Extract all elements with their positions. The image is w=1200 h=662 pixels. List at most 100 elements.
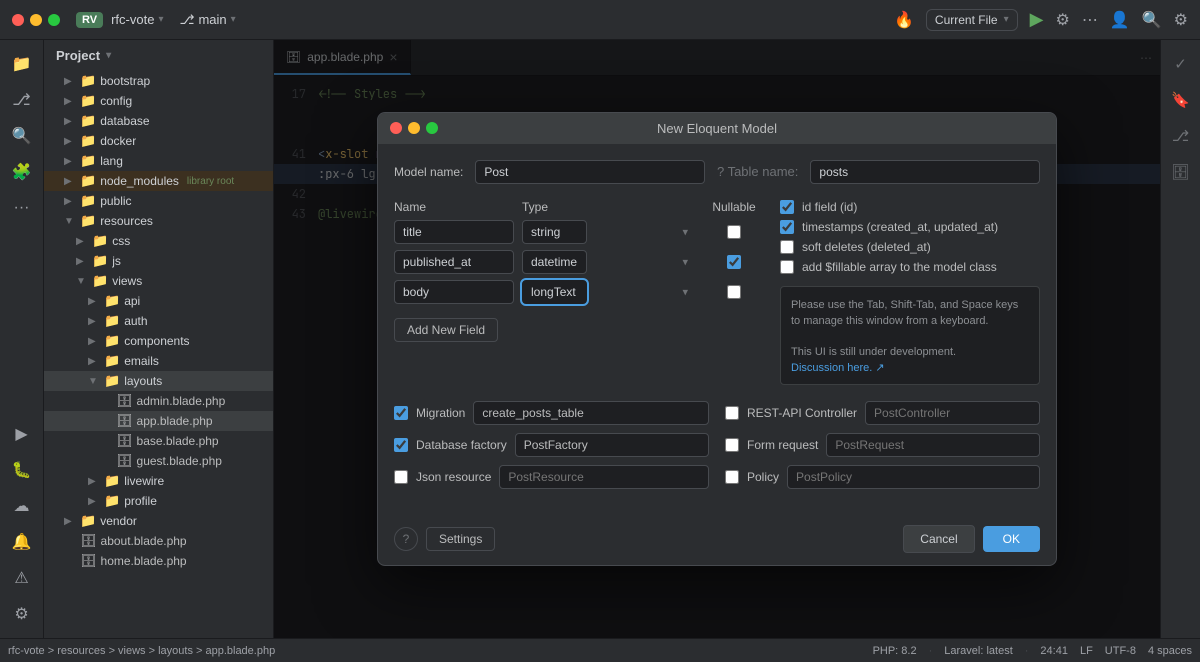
timestamps-checkbox[interactable]: [780, 220, 794, 234]
factory-input[interactable]: [515, 433, 709, 457]
indent-settings[interactable]: 4 spaces: [1148, 645, 1192, 657]
tree-item-docker[interactable]: ▶ 📁 docker: [44, 131, 273, 151]
run-button[interactable]: ▶: [1030, 9, 1044, 30]
json-resource-checkbox[interactable]: [394, 470, 408, 484]
branch-selector[interactable]: ⎇ main ▾: [179, 12, 235, 28]
right-panel-db-icon[interactable]: 🗄: [1165, 156, 1197, 188]
encoding[interactable]: UTF-8: [1105, 645, 1136, 657]
help-button[interactable]: ?: [394, 527, 418, 551]
field-type-select-body[interactable]: string integer datetime text longText: [522, 280, 587, 304]
sidebar-deploy-icon[interactable]: ☁: [6, 490, 38, 522]
tree-item-profile[interactable]: ▶ 📁 profile: [44, 491, 273, 511]
add-field-button[interactable]: Add New Field: [394, 318, 498, 342]
sidebar-git-icon[interactable]: ⎇: [6, 84, 38, 116]
tree-item-livewire[interactable]: ▶ 📁 livewire: [44, 471, 273, 491]
field-name-input-body[interactable]: [394, 280, 514, 304]
soft-deletes-checkbox[interactable]: [780, 240, 794, 254]
tree-item-admin-blade[interactable]: 🗄 admin.blade.php: [44, 391, 273, 411]
breadcrumb[interactable]: rfc-vote > resources > views > layouts >…: [8, 645, 275, 657]
more-icon[interactable]: ⋯: [1082, 10, 1098, 30]
sidebar-plugin-icon[interactable]: 🧩: [6, 156, 38, 188]
field-name-input-published-at[interactable]: [394, 250, 514, 274]
field-name-input-title[interactable]: [394, 220, 514, 244]
tree-item-css[interactable]: ▶ 📁 css: [44, 231, 273, 251]
table-name-input[interactable]: [810, 160, 1040, 184]
user-icon[interactable]: 👤: [1110, 10, 1130, 30]
form-request-input[interactable]: [826, 433, 1040, 457]
tree-item-emails[interactable]: ▶ 📁 emails: [44, 351, 273, 371]
migration-input[interactable]: [473, 401, 709, 425]
field-type-select-title[interactable]: string integer datetime text longText: [522, 220, 587, 244]
tree-item-api[interactable]: ▶ 📁 api: [44, 291, 273, 311]
settings-icon[interactable]: ⚙: [1055, 10, 1069, 30]
tree-item-auth[interactable]: ▶ 📁 auth: [44, 311, 273, 331]
id-field-checkbox[interactable]: [780, 200, 794, 214]
right-panel-bookmark-icon[interactable]: 🔖: [1165, 84, 1197, 116]
tree-item-bootstrap[interactable]: ▶ 📁 bootstrap: [44, 71, 273, 91]
cancel-button[interactable]: Cancel: [903, 525, 974, 553]
policy-input[interactable]: [787, 465, 1040, 489]
line-ending[interactable]: LF: [1080, 645, 1093, 657]
sidebar-search-icon[interactable]: 🔍: [6, 120, 38, 152]
tree-item-js[interactable]: ▶ 📁 js: [44, 251, 273, 271]
tree-item-views[interactable]: ▼ 📁 views: [44, 271, 273, 291]
sidebar-folder-icon[interactable]: 📁: [6, 48, 38, 80]
tree-item-guest-blade[interactable]: 🗄 guest.blade.php: [44, 451, 273, 471]
field-type-select-published-at[interactable]: string integer datetime text longText: [522, 250, 587, 274]
project-name[interactable]: rfc-vote ▾: [111, 12, 163, 27]
form-request-checkbox[interactable]: [725, 438, 739, 452]
tree-item-resources[interactable]: ▼ 📁 resources: [44, 211, 273, 231]
tree-item-config[interactable]: ▶ 📁 config: [44, 91, 273, 111]
sidebar-more-icon[interactable]: ···: [6, 192, 38, 224]
dialog-close-button[interactable]: [390, 122, 402, 134]
tree-item-vendor[interactable]: ▶ 📁 vendor: [44, 511, 273, 531]
sidebar-notification-icon[interactable]: 🔔: [6, 526, 38, 558]
sidebar-settings-bottom-icon[interactable]: ⚙: [6, 598, 38, 630]
sidebar-debug-icon[interactable]: 🐛: [6, 454, 38, 486]
maximize-button[interactable]: [48, 14, 60, 26]
folder-icon: 📁: [80, 93, 96, 109]
ok-button[interactable]: OK: [983, 526, 1040, 552]
search-icon[interactable]: 🔍: [1142, 10, 1162, 30]
tree-item-public[interactable]: ▶ 📁 public: [44, 191, 273, 211]
tree-label: docker: [100, 134, 136, 148]
tree-item-layouts[interactable]: ▼ 📁 layouts: [44, 371, 273, 391]
close-button[interactable]: [12, 14, 24, 26]
tree-item-lang[interactable]: ▶ 📁 lang: [44, 151, 273, 171]
minimize-button[interactable]: [30, 14, 42, 26]
nullable-checkbox-title[interactable]: [727, 225, 741, 239]
policy-checkbox[interactable]: [725, 470, 739, 484]
model-name-input[interactable]: [475, 160, 705, 184]
model-name-label: Model name:: [394, 165, 463, 179]
dialog-maximize-button[interactable]: [426, 122, 438, 134]
migration-checkbox[interactable]: [394, 406, 408, 420]
sidebar-run-icon[interactable]: ▶: [6, 418, 38, 450]
tree-item-database[interactable]: ▶ 📁 database: [44, 111, 273, 131]
tree-item-about-blade[interactable]: 🗄 about.blade.php: [44, 531, 273, 551]
dialog-minimize-button[interactable]: [408, 122, 420, 134]
tree-item-node-modules[interactable]: ▶ 📁 node_modules library root: [44, 171, 273, 191]
tree-item-home-blade[interactable]: 🗄 home.blade.php: [44, 551, 273, 571]
sidebar-warning-icon[interactable]: ⚠: [6, 562, 38, 594]
tree-item-app-blade[interactable]: 🗄 app.blade.php: [44, 411, 273, 431]
json-resource-input[interactable]: [499, 465, 709, 489]
flame-icon[interactable]: 🔥: [894, 10, 914, 30]
field-type-wrapper-published-at: string integer datetime text longText: [522, 250, 696, 274]
nullable-checkbox-body[interactable]: [727, 285, 741, 299]
right-panel-git2-icon[interactable]: ⎇: [1165, 120, 1197, 152]
tree-item-components[interactable]: ▶ 📁 components: [44, 331, 273, 351]
run-dropdown[interactable]: Current File ▾: [926, 9, 1018, 31]
factory-checkbox[interactable]: [394, 438, 408, 452]
nullable-checkbox-published-at[interactable]: [727, 255, 741, 269]
file-tree-header[interactable]: Project ▾: [44, 40, 273, 71]
fillable-checkbox[interactable]: [780, 260, 794, 274]
gear-icon[interactable]: ⚙: [1174, 10, 1188, 30]
rest-api-input[interactable]: [865, 401, 1040, 425]
tree-label: home.blade.php: [101, 554, 187, 568]
rest-api-checkbox[interactable]: [725, 406, 739, 420]
right-panel-checkmark-icon[interactable]: ✓: [1165, 48, 1197, 80]
tree-item-base-blade[interactable]: 🗄 base.blade.php: [44, 431, 273, 451]
settings-button[interactable]: Settings: [426, 527, 495, 551]
form-request-row: Form request: [725, 433, 1040, 457]
hint-link[interactable]: Discussion here. ↗: [791, 362, 885, 374]
